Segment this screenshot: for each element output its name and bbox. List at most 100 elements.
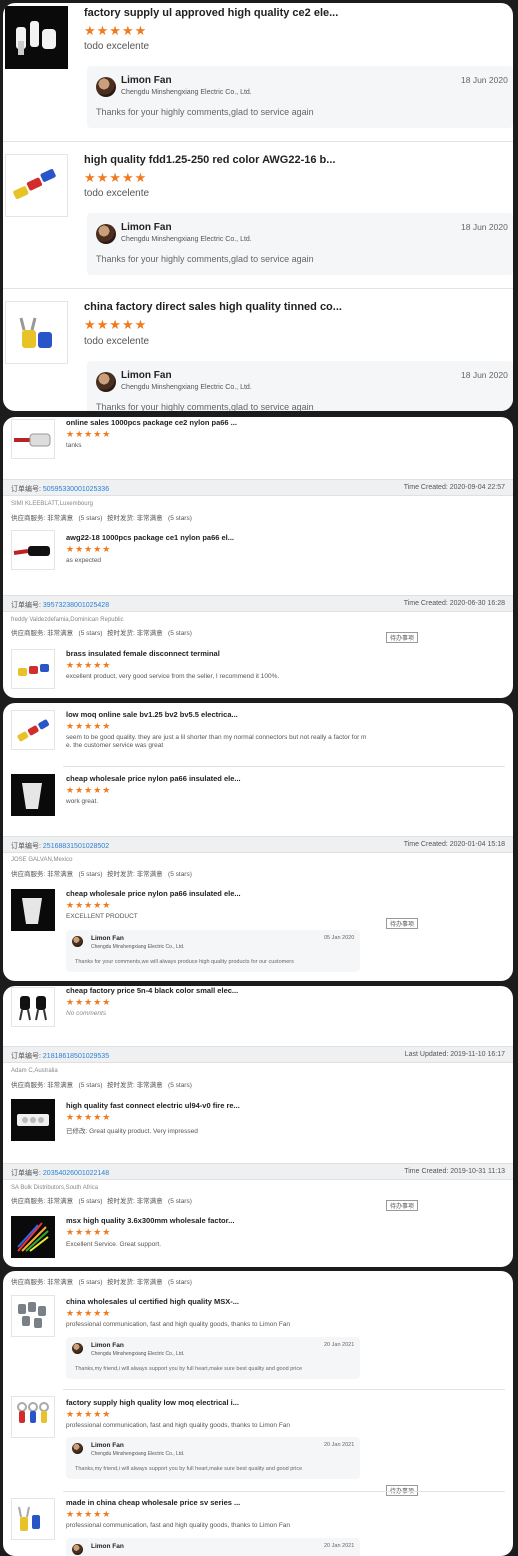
product-title[interactable]: high quality fast connect electric ul94-… xyxy=(66,1101,240,1110)
fork-terminals-image xyxy=(18,1506,40,1531)
product-thumbnail[interactable] xyxy=(11,649,55,689)
product-title[interactable]: awg22-18 1000pcs package ce1 nylon pa66 … xyxy=(66,533,234,542)
reply-date: 20 Jan 2021 xyxy=(324,1442,355,1448)
product-thumbnail[interactable] xyxy=(11,710,55,750)
product-thumbnail[interactable] xyxy=(5,301,68,364)
product-thumbnail[interactable] xyxy=(11,1396,55,1438)
product-title[interactable]: cheap wholesale price nylon pa66 insulat… xyxy=(66,774,241,783)
order-time: Last Updated: 2019-11-10 16:17 xyxy=(404,1051,505,1058)
review-text: todo excelente xyxy=(84,41,150,52)
product-title[interactable]: cheap wholesale price nylon pa66 insulat… xyxy=(66,889,241,898)
seller-reply: Limon Fan 20 Jan 2021 xyxy=(66,1538,360,1556)
product-thumbnail[interactable] xyxy=(11,1216,55,1258)
product-title[interactable]: china factory direct sales high quality … xyxy=(84,301,342,313)
product-title[interactable]: china wholesales ul certified high quali… xyxy=(66,1297,239,1306)
order-label: 订单编号: xyxy=(11,486,41,493)
review-panel-5: 供应商服务: 非常满意 (5 stars) 按时发货: 非常满意 (5 star… xyxy=(3,1271,513,1556)
divider xyxy=(3,288,513,289)
avatar xyxy=(96,224,116,244)
rating-stars: ★★★★★ xyxy=(66,785,112,795)
avatar xyxy=(72,936,83,947)
reply-company: Chengdu Minshengxiang Electric Co., Ltd. xyxy=(91,1451,185,1457)
product-title[interactable]: high quality fdd1.25-250 red color AWG22… xyxy=(84,154,335,166)
cable-ties-image xyxy=(17,1222,49,1252)
reply-name: Limon Fan xyxy=(91,1342,124,1349)
todo-button[interactable]: 待办事项 xyxy=(386,632,419,643)
supplier-service-rating: 供应商服务: 非常满意 (5 stars) xyxy=(11,1198,103,1205)
avatar xyxy=(96,77,116,97)
review-panel-2: online sales 1000pcs package ce2 nylon p… xyxy=(3,417,513,698)
product-thumbnail[interactable] xyxy=(11,774,55,816)
delivery-rating: 按时发货: 非常满意 (5 stars) xyxy=(107,871,192,878)
order-time: Time Created: 2019-10-31 11:13 xyxy=(404,1168,505,1175)
product-thumbnail[interactable] xyxy=(11,987,55,1027)
rating-stars: ★★★★★ xyxy=(66,544,112,554)
product-title[interactable]: made in china cheap wholesale price sv s… xyxy=(66,1498,240,1507)
terminal-caps-image xyxy=(16,21,56,55)
product-thumbnail[interactable] xyxy=(11,1295,55,1337)
reply-company: Chengdu Minshengxiang Electric Co., Ltd. xyxy=(121,236,252,243)
buyer-name: SIMI KLEEBLATT,Luxembourg xyxy=(11,501,93,507)
buyer-name: freddy Valdezdefamia,Dominican Republic xyxy=(11,617,124,623)
product-title[interactable]: msx high quality 3.6x300mm wholesale fac… xyxy=(66,1216,234,1225)
product-title[interactable]: factory supply ul approved high quality … xyxy=(84,7,338,19)
product-thumbnail[interactable] xyxy=(11,1099,55,1141)
reply-message: Thanks,my friend,i will always support y… xyxy=(75,1466,303,1472)
order-number-link[interactable]: 20354026001022148 xyxy=(43,1170,109,1177)
grey-connectors-image xyxy=(18,1302,46,1328)
order-header: 订单编号: 39573238001025428 Time Created: 20… xyxy=(3,595,513,612)
product-thumbnail[interactable] xyxy=(11,889,55,931)
review-text: tanks xyxy=(66,442,82,449)
seller-reply: Limon Fan Chengdu Minshengxiang Electric… xyxy=(87,213,513,275)
product-thumbnail[interactable] xyxy=(11,419,55,459)
product-title[interactable]: cheap factory price 5n-4 black color sma… xyxy=(66,986,238,995)
order-time: Time Created: 2020-09-04 22:57 xyxy=(403,484,505,491)
review-text: Excellent Service. Great support. xyxy=(66,1241,162,1248)
product-title[interactable]: brass insulated female disconnect termin… xyxy=(66,649,220,658)
reply-message: Thanks for your highly comments,glad to … xyxy=(96,402,314,411)
review-text: No comments xyxy=(66,1010,107,1017)
order-header: 订单编号: 20354026001022148 Time Created: 20… xyxy=(3,1163,513,1180)
product-title[interactable]: online sales 1000pcs package ce2 nylon p… xyxy=(66,418,237,427)
product-title[interactable]: factory supply high quality low moq elec… xyxy=(66,1398,239,1407)
delivery-rating: 按时发货: 非常满意 (5 stars) xyxy=(107,1082,192,1089)
order-number-link[interactable]: 50595330001025336 xyxy=(43,486,109,493)
review-text: as expected xyxy=(66,557,102,564)
product-thumbnail[interactable] xyxy=(11,530,55,570)
order-header: 订单编号: 21818618501029535 Last Updated: 20… xyxy=(3,1046,513,1063)
todo-button[interactable]: 待办事项 xyxy=(386,918,419,929)
product-thumbnail[interactable] xyxy=(5,154,68,217)
review-text: work great. xyxy=(66,798,99,805)
rating-stars: ★★★★★ xyxy=(84,23,148,38)
avatar xyxy=(96,372,116,392)
review-text: seem to be good quality. they are just a… xyxy=(66,734,367,741)
seller-reply: Limon Fan Chengdu Minshengxiang Electric… xyxy=(66,1437,360,1479)
terminal-block-image xyxy=(17,1114,49,1126)
order-number-link[interactable]: 39573238001025428 xyxy=(43,602,109,609)
rating-stars: ★★★★★ xyxy=(66,721,112,731)
rating-stars: ★★★★★ xyxy=(66,997,112,1007)
rating-stars: ★★★★★ xyxy=(66,1112,112,1122)
buyer-name: JOSE GALVAN,Mexico xyxy=(11,857,73,863)
rating-stars: ★★★★★ xyxy=(84,317,148,332)
order-number-link[interactable]: 25168831501028502 xyxy=(43,843,109,850)
order-number-link[interactable]: 21818618501029535 xyxy=(43,1053,109,1060)
reply-name: Limon Fan xyxy=(121,75,172,86)
terminal-cap-image xyxy=(22,898,42,924)
review-text: 已修改: Great quality product. Very impress… xyxy=(66,1128,198,1135)
reply-company: Chengdu Minshengxiang Electric Co., Ltd. xyxy=(121,384,252,391)
reply-date: 18 Jun 2020 xyxy=(461,370,508,380)
product-title[interactable]: low moq online sale bv1.25 bv2 bv5.5 ele… xyxy=(66,710,238,719)
divider xyxy=(63,766,505,767)
reply-date: 20 Jan 2021 xyxy=(324,1342,355,1348)
connectors-image xyxy=(13,169,56,200)
buyer-name: SA Bulk Distributors,South Africa xyxy=(11,1185,99,1191)
fork-terminal-image xyxy=(19,317,52,348)
divider xyxy=(63,1491,505,1492)
product-thumbnail[interactable] xyxy=(5,6,68,69)
order-header: 订单编号: 50595330001025336 Time Created: 20… xyxy=(3,479,513,496)
product-thumbnail[interactable] xyxy=(11,1498,55,1540)
rating-stars: ★★★★★ xyxy=(66,1509,112,1519)
supplier-service-rating: 供应商服务: 非常满意 (5 stars) xyxy=(11,1082,103,1089)
todo-button[interactable]: 待办事项 xyxy=(386,1200,419,1211)
